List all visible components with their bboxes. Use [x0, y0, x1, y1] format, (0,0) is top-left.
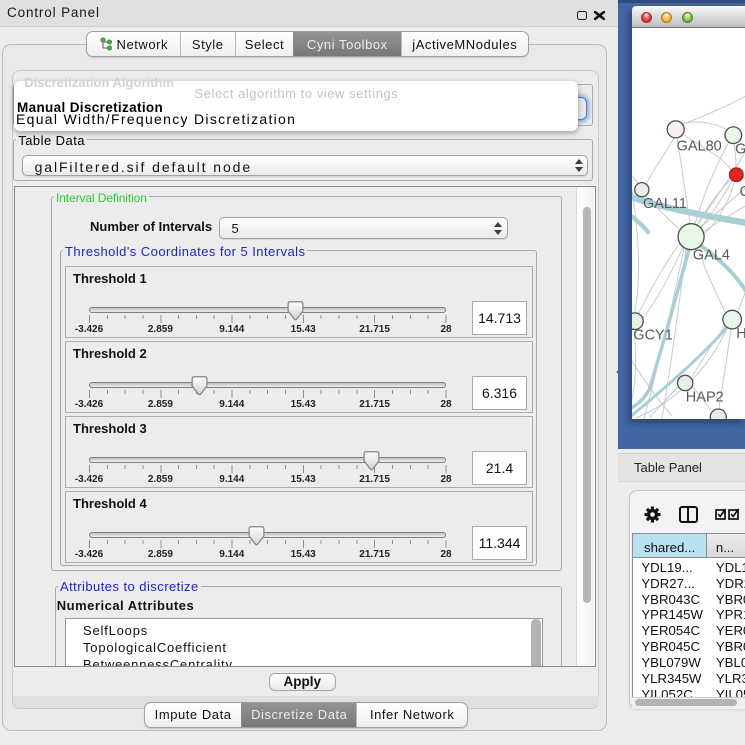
svg-text:GCY1: GCY1: [633, 328, 673, 344]
svg-text:HAP2: HAP2: [685, 390, 723, 406]
svg-text:GA: GA: [735, 142, 745, 158]
svg-text:GAL11: GAL11: [642, 196, 686, 212]
svg-text:GAL4: GAL4: [692, 247, 729, 263]
svg-text:C: C: [739, 184, 745, 200]
svg-text:GAL80: GAL80: [676, 138, 721, 154]
svg-text:H: H: [736, 326, 745, 342]
